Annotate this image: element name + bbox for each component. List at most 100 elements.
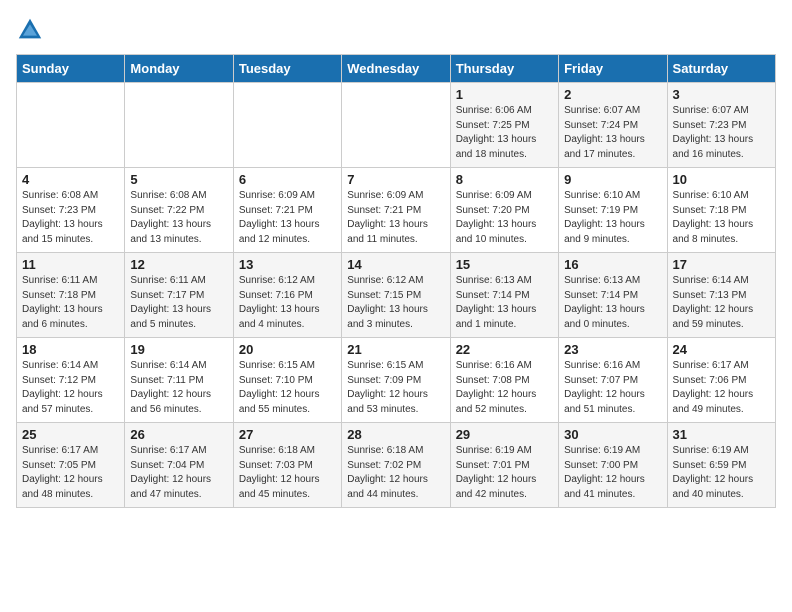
day-number: 13 bbox=[239, 257, 336, 272]
day-info: Sunrise: 6:18 AM Sunset: 7:02 PM Dayligh… bbox=[347, 444, 444, 502]
day-cell: 12 Sunrise: 6:11 AM Sunset: 7:17 PM Dayli… bbox=[125, 253, 233, 338]
day-number: 5 bbox=[130, 172, 227, 187]
day-number: 23 bbox=[564, 342, 661, 357]
day-cell: 23 Sunrise: 6:16 AM Sunset: 7:07 PM Dayli… bbox=[559, 338, 667, 423]
day-number: 30 bbox=[564, 427, 661, 442]
day-info: Sunrise: 6:14 AM Sunset: 7:11 PM Dayligh… bbox=[130, 359, 227, 417]
page-header bbox=[16, 16, 776, 44]
day-cell: 30 Sunrise: 6:19 AM Sunset: 7:00 PM Dayli… bbox=[559, 423, 667, 508]
day-number: 20 bbox=[239, 342, 336, 357]
day-info: Sunrise: 6:14 AM Sunset: 7:13 PM Dayligh… bbox=[673, 274, 770, 332]
day-info: Sunrise: 6:19 AM Sunset: 7:00 PM Dayligh… bbox=[564, 444, 661, 502]
day-info: Sunrise: 6:07 AM Sunset: 7:24 PM Dayligh… bbox=[564, 104, 661, 162]
day-number: 22 bbox=[456, 342, 553, 357]
day-cell: 11 Sunrise: 6:11 AM Sunset: 7:18 PM Dayli… bbox=[17, 253, 125, 338]
calendar-header-row: SundayMondayTuesdayWednesdayThursdayFrid… bbox=[17, 55, 776, 83]
calendar-body: 1 Sunrise: 6:06 AM Sunset: 7:25 PM Daylig… bbox=[17, 83, 776, 508]
day-number: 15 bbox=[456, 257, 553, 272]
day-info: Sunrise: 6:06 AM Sunset: 7:25 PM Dayligh… bbox=[456, 104, 553, 162]
day-info: Sunrise: 6:16 AM Sunset: 7:08 PM Dayligh… bbox=[456, 359, 553, 417]
day-cell: 10 Sunrise: 6:10 AM Sunset: 7:18 PM Dayli… bbox=[667, 168, 775, 253]
day-info: Sunrise: 6:14 AM Sunset: 7:12 PM Dayligh… bbox=[22, 359, 119, 417]
day-info: Sunrise: 6:16 AM Sunset: 7:07 PM Dayligh… bbox=[564, 359, 661, 417]
day-cell: 9Sunrise: 6:10 AM Sunset: 7:19 PM Daylig… bbox=[559, 168, 667, 253]
day-cell: 25 Sunrise: 6:17 AM Sunset: 7:05 PM Dayli… bbox=[17, 423, 125, 508]
day-cell: 8Sunrise: 6:09 AM Sunset: 7:20 PM Daylig… bbox=[450, 168, 558, 253]
logo-icon bbox=[16, 16, 44, 44]
day-info: Sunrise: 6:11 AM Sunset: 7:18 PM Dayligh… bbox=[22, 274, 119, 332]
day-number: 3 bbox=[673, 87, 770, 102]
day-number: 19 bbox=[130, 342, 227, 357]
day-info: Sunrise: 6:09 AM Sunset: 7:21 PM Dayligh… bbox=[347, 189, 444, 247]
day-info: Sunrise: 6:09 AM Sunset: 7:20 PM Dayligh… bbox=[456, 189, 553, 247]
day-cell: 14 Sunrise: 6:12 AM Sunset: 7:15 PM Dayli… bbox=[342, 253, 450, 338]
day-cell bbox=[342, 83, 450, 168]
day-info: Sunrise: 6:17 AM Sunset: 7:06 PM Dayligh… bbox=[673, 359, 770, 417]
day-cell: 29Sunrise: 6:19 AM Sunset: 7:01 PM Dayli… bbox=[450, 423, 558, 508]
day-info: Sunrise: 6:13 AM Sunset: 7:14 PM Dayligh… bbox=[456, 274, 553, 332]
day-number: 7 bbox=[347, 172, 444, 187]
day-cell bbox=[233, 83, 341, 168]
day-number: 12 bbox=[130, 257, 227, 272]
day-number: 9 bbox=[564, 172, 661, 187]
day-number: 27 bbox=[239, 427, 336, 442]
day-cell: 7 Sunrise: 6:09 AM Sunset: 7:21 PM Daylig… bbox=[342, 168, 450, 253]
day-info: Sunrise: 6:18 AM Sunset: 7:03 PM Dayligh… bbox=[239, 444, 336, 502]
day-cell: 4 Sunrise: 6:08 AM Sunset: 7:23 PM Daylig… bbox=[17, 168, 125, 253]
day-number: 26 bbox=[130, 427, 227, 442]
day-number: 16 bbox=[564, 257, 661, 272]
day-cell: 20 Sunrise: 6:15 AM Sunset: 7:10 PM Dayli… bbox=[233, 338, 341, 423]
day-number: 1 bbox=[456, 87, 553, 102]
week-row-4: 18Sunrise: 6:14 AM Sunset: 7:12 PM Dayli… bbox=[17, 338, 776, 423]
day-cell: 18Sunrise: 6:14 AM Sunset: 7:12 PM Dayli… bbox=[17, 338, 125, 423]
week-row-1: 1 Sunrise: 6:06 AM Sunset: 7:25 PM Daylig… bbox=[17, 83, 776, 168]
day-number: 31 bbox=[673, 427, 770, 442]
day-cell: 28 Sunrise: 6:18 AM Sunset: 7:02 PM Dayli… bbox=[342, 423, 450, 508]
day-number: 25 bbox=[22, 427, 119, 442]
column-header-friday: Friday bbox=[559, 55, 667, 83]
day-cell: 27 Sunrise: 6:18 AM Sunset: 7:03 PM Dayli… bbox=[233, 423, 341, 508]
day-info: Sunrise: 6:13 AM Sunset: 7:14 PM Dayligh… bbox=[564, 274, 661, 332]
day-cell: 1 Sunrise: 6:06 AM Sunset: 7:25 PM Daylig… bbox=[450, 83, 558, 168]
column-header-sunday: Sunday bbox=[17, 55, 125, 83]
day-info: Sunrise: 6:12 AM Sunset: 7:16 PM Dayligh… bbox=[239, 274, 336, 332]
day-cell: 15 Sunrise: 6:13 AM Sunset: 7:14 PM Dayli… bbox=[450, 253, 558, 338]
day-cell: 26 Sunrise: 6:17 AM Sunset: 7:04 PM Dayli… bbox=[125, 423, 233, 508]
day-cell: 5Sunrise: 6:08 AM Sunset: 7:22 PM Daylig… bbox=[125, 168, 233, 253]
day-number: 21 bbox=[347, 342, 444, 357]
day-number: 6 bbox=[239, 172, 336, 187]
day-info: Sunrise: 6:19 AM Sunset: 7:01 PM Dayligh… bbox=[456, 444, 553, 502]
day-cell: 6 Sunrise: 6:09 AM Sunset: 7:21 PM Daylig… bbox=[233, 168, 341, 253]
day-cell bbox=[125, 83, 233, 168]
day-cell: 3 Sunrise: 6:07 AM Sunset: 7:23 PM Daylig… bbox=[667, 83, 775, 168]
column-header-wednesday: Wednesday bbox=[342, 55, 450, 83]
week-row-3: 11 Sunrise: 6:11 AM Sunset: 7:18 PM Dayli… bbox=[17, 253, 776, 338]
day-info: Sunrise: 6:12 AM Sunset: 7:15 PM Dayligh… bbox=[347, 274, 444, 332]
day-number: 11 bbox=[22, 257, 119, 272]
day-cell: 22 Sunrise: 6:16 AM Sunset: 7:08 PM Dayli… bbox=[450, 338, 558, 423]
day-number: 4 bbox=[22, 172, 119, 187]
day-number: 14 bbox=[347, 257, 444, 272]
day-cell: 13 Sunrise: 6:12 AM Sunset: 7:16 PM Dayli… bbox=[233, 253, 341, 338]
day-number: 10 bbox=[673, 172, 770, 187]
week-row-2: 4 Sunrise: 6:08 AM Sunset: 7:23 PM Daylig… bbox=[17, 168, 776, 253]
day-cell: 21Sunrise: 6:15 AM Sunset: 7:09 PM Dayli… bbox=[342, 338, 450, 423]
week-row-5: 25 Sunrise: 6:17 AM Sunset: 7:05 PM Dayli… bbox=[17, 423, 776, 508]
day-number: 17 bbox=[673, 257, 770, 272]
day-info: Sunrise: 6:17 AM Sunset: 7:05 PM Dayligh… bbox=[22, 444, 119, 502]
day-cell: 2Sunrise: 6:07 AM Sunset: 7:24 PM Daylig… bbox=[559, 83, 667, 168]
day-cell: 31 Sunrise: 6:19 AM Sunset: 6:59 PM Dayli… bbox=[667, 423, 775, 508]
day-info: Sunrise: 6:11 AM Sunset: 7:17 PM Dayligh… bbox=[130, 274, 227, 332]
day-cell bbox=[17, 83, 125, 168]
day-number: 28 bbox=[347, 427, 444, 442]
day-cell: 19 Sunrise: 6:14 AM Sunset: 7:11 PM Dayli… bbox=[125, 338, 233, 423]
day-info: Sunrise: 6:10 AM Sunset: 7:18 PM Dayligh… bbox=[673, 189, 770, 247]
day-info: Sunrise: 6:09 AM Sunset: 7:21 PM Dayligh… bbox=[239, 189, 336, 247]
day-info: Sunrise: 6:08 AM Sunset: 7:23 PM Dayligh… bbox=[22, 189, 119, 247]
day-info: Sunrise: 6:19 AM Sunset: 6:59 PM Dayligh… bbox=[673, 444, 770, 502]
column-header-tuesday: Tuesday bbox=[233, 55, 341, 83]
column-header-saturday: Saturday bbox=[667, 55, 775, 83]
day-info: Sunrise: 6:15 AM Sunset: 7:10 PM Dayligh… bbox=[239, 359, 336, 417]
day-info: Sunrise: 6:17 AM Sunset: 7:04 PM Dayligh… bbox=[130, 444, 227, 502]
day-info: Sunrise: 6:07 AM Sunset: 7:23 PM Dayligh… bbox=[673, 104, 770, 162]
